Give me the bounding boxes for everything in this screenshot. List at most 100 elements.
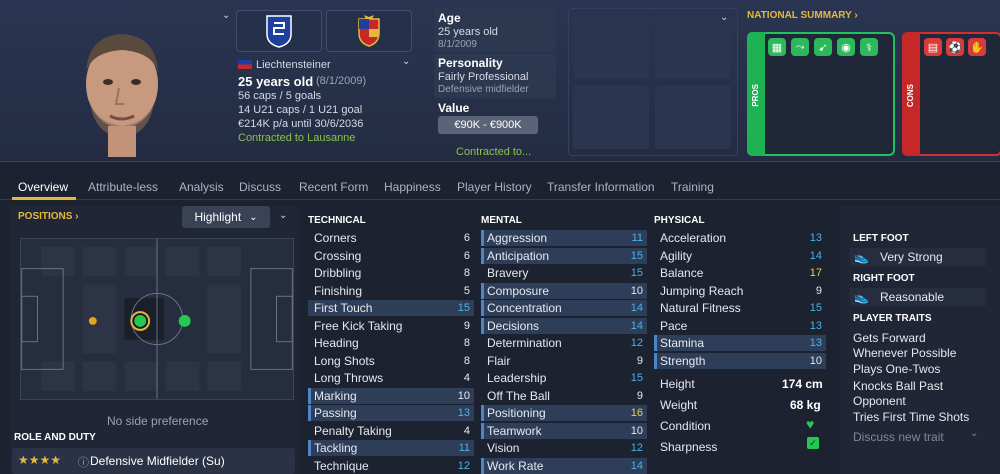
mental-attribute-row[interactable]: Bravery 15 xyxy=(481,265,647,281)
attribute-value: 11 xyxy=(631,232,643,244)
physical-attribute-row[interactable]: Natural Fitness 15 xyxy=(654,300,826,316)
throw-icon[interactable]: ✋ xyxy=(968,38,986,56)
national-team-badge[interactable] xyxy=(326,10,412,52)
positions-title[interactable]: POSITIONS › xyxy=(18,211,79,222)
attribute-name: Off The Ball xyxy=(487,388,550,403)
physical-attribute-row[interactable]: Jumping Reach 9 xyxy=(654,283,826,299)
finishing-icon[interactable]: ⚽ xyxy=(946,38,964,56)
mental-attribute-row[interactable]: Concentration 14 xyxy=(481,300,647,316)
card-panel-chevron-icon[interactable]: ⌄ xyxy=(720,12,728,23)
mental-attribute-row[interactable]: Off The Ball 9 xyxy=(481,388,647,404)
physical-attribute-row[interactable]: Stamina 13 xyxy=(654,335,826,351)
positions-menu-chevron-icon[interactable]: ⌄ xyxy=(279,210,287,221)
liechtenstein-flag-icon xyxy=(238,60,252,69)
trait-item[interactable]: Tries First Time Shots xyxy=(853,410,981,425)
technical-attribute-row[interactable]: Dribbling 8 xyxy=(308,265,474,281)
attribute-value: 8 xyxy=(463,354,470,367)
technical-attribute-row[interactable]: First Touch 15 xyxy=(308,300,474,316)
technical-attribute-row[interactable]: Heading 8 xyxy=(308,335,474,351)
technical-attribute-row[interactable]: Tackling 11 xyxy=(308,440,474,456)
attribute-name: Anticipation xyxy=(487,248,550,263)
mental-attribute-row[interactable]: Vision 12 xyxy=(481,440,647,456)
tab-overview[interactable]: Overview xyxy=(18,180,68,194)
mental-attribute-row[interactable]: Teamwork 10 xyxy=(481,422,647,439)
age-line: 25 years old xyxy=(238,74,314,89)
mental-attribute-row[interactable]: Leadership 15 xyxy=(481,370,647,386)
highlight-label: Highlight xyxy=(194,210,242,224)
tab-attribute-less[interactable]: Attribute-less xyxy=(88,180,158,194)
crossing-icon[interactable]: ▤ xyxy=(924,38,942,56)
team-icon[interactable]: ▦ xyxy=(768,38,786,56)
weight-label: Weight xyxy=(660,398,698,412)
portrait-menu-chevron-icon[interactable]: ⌄ xyxy=(222,10,230,21)
trait-item[interactable]: Plays One-Twos xyxy=(853,362,981,377)
tab-happiness[interactable]: Happiness xyxy=(384,180,441,194)
discuss-new-trait[interactable]: Discuss new trait xyxy=(853,430,944,444)
discuss-trait-chevron-icon[interactable]: ⌄ xyxy=(970,428,978,439)
technical-attribute-row[interactable]: Passing 13 xyxy=(308,405,474,421)
personality-label: Personality xyxy=(438,56,503,70)
attribute-name: Decisions xyxy=(487,318,540,333)
mental-attribute-row[interactable]: Work Rate 14 xyxy=(481,457,647,474)
sharpness-label: Sharpness xyxy=(660,440,718,454)
attribute-value: 15 xyxy=(457,302,470,314)
national-summary-link[interactable]: NATIONAL SUMMARY › xyxy=(747,10,858,21)
cons-label: CONS xyxy=(906,84,915,108)
technical-attribute-row[interactable]: Long Shots 8 xyxy=(308,353,474,369)
tab-training[interactable]: Training xyxy=(671,180,714,194)
contracted-to-link[interactable]: Contracted to Lausanne xyxy=(238,132,355,144)
role-duty-row[interactable]: ★★★★ ⓘ Defensive Midfielder (Su) xyxy=(12,448,295,474)
position-text: Defensive midfielder xyxy=(438,84,529,95)
physical-attribute-row[interactable]: Balance 17 xyxy=(654,265,826,281)
technical-attribute-row[interactable]: Penalty Taking 4 xyxy=(308,423,474,439)
mental-attribute-row[interactable]: Determination 12 xyxy=(481,335,647,351)
fitness-icon[interactable]: ⚕ xyxy=(860,38,878,56)
caps-line: 56 caps / 5 goals xyxy=(238,90,322,102)
technical-attribute-row[interactable]: Long Throws 4 xyxy=(308,370,474,386)
club-badge[interactable] xyxy=(236,10,322,52)
attribute-value: 10 xyxy=(457,389,470,402)
mental-attribute-row[interactable]: Anticipation 15 xyxy=(481,247,647,264)
club-logo-icon xyxy=(266,15,292,48)
tab-discuss[interactable]: Discuss xyxy=(239,180,281,194)
heart-icon: ♥ xyxy=(806,416,815,432)
movement-icon[interactable]: ➹ xyxy=(814,38,832,56)
attribute-value: 13 xyxy=(809,232,822,244)
highlight-dropdown[interactable]: Highlight ⌄ xyxy=(182,206,270,228)
tab-player-history[interactable]: Player History xyxy=(457,180,532,194)
mental-attribute-row[interactable]: Flair 9 xyxy=(481,353,647,369)
mental-attribute-row[interactable]: Decisions 14 xyxy=(481,317,647,334)
attribute-value: 16 xyxy=(630,407,643,419)
technical-attribute-row[interactable]: Marking 10 xyxy=(308,387,474,404)
attribute-value: 15 xyxy=(630,372,643,384)
player-portrait xyxy=(86,34,158,157)
position-dot-competent xyxy=(88,317,97,325)
physical-attribute-row[interactable]: Acceleration 13 xyxy=(654,230,826,246)
technical-attribute-row[interactable]: Finishing 5 xyxy=(308,283,474,299)
mental-attribute-row[interactable]: Aggression 11 xyxy=(481,230,647,246)
technical-attribute-row[interactable]: Corners 6 xyxy=(308,230,474,246)
value-range-pill[interactable]: €90K - €900K xyxy=(438,116,538,134)
trait-item[interactable]: Gets Forward Whenever Possible xyxy=(853,331,981,361)
technical-attribute-row[interactable]: Crossing 6 xyxy=(308,248,474,264)
technical-attribute-row[interactable]: Free Kick Taking 9 xyxy=(308,318,474,334)
attribute-name: Technique xyxy=(314,458,369,473)
nationality-label[interactable]: Liechtensteiner xyxy=(256,59,331,71)
physical-attribute-row[interactable]: Pace 13 xyxy=(654,318,826,334)
tab-analysis[interactable]: Analysis xyxy=(179,180,224,194)
contracted-to-short[interactable]: Contracted to... xyxy=(456,146,531,158)
mental-attribute-row[interactable]: Positioning 16 xyxy=(481,405,647,421)
mental-icon[interactable]: ◉ xyxy=(837,38,855,56)
info-icon[interactable]: ⓘ xyxy=(78,454,89,470)
tab-recent-form[interactable]: Recent Form xyxy=(299,180,368,194)
nationality-chevron-icon[interactable]: ⌄ xyxy=(402,56,410,67)
trait-item[interactable]: Knocks Ball Past Opponent xyxy=(853,379,981,409)
physical-attribute-row[interactable]: Strength 10 xyxy=(654,352,826,369)
attribute-value: 6 xyxy=(463,232,470,244)
mental-attribute-row[interactable]: Composure 10 xyxy=(481,282,647,299)
tab-transfer-information[interactable]: Transfer Information xyxy=(547,180,655,194)
technical-attribute-row[interactable]: Technique 12 xyxy=(308,458,474,474)
active-tab-indicator xyxy=(12,197,76,200)
passing-icon[interactable]: ⤳ xyxy=(791,38,809,56)
physical-attribute-row[interactable]: Agility 14 xyxy=(654,248,826,264)
